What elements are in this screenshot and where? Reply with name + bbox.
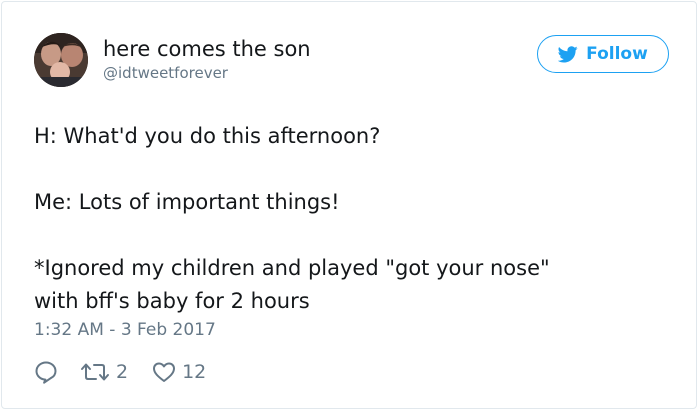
twitter-bird-icon <box>558 45 578 62</box>
follow-button[interactable]: Follow <box>537 35 669 73</box>
avatar-photo <box>34 33 88 87</box>
display-name[interactable]: here comes the son <box>103 36 311 62</box>
tweet-timestamp[interactable]: 1:32 AM - 3 Feb 2017 <box>34 318 216 342</box>
reply-button[interactable] <box>34 360 58 384</box>
reply-icon <box>35 361 57 384</box>
like-count: 12 <box>182 361 207 383</box>
retweet-button[interactable]: 2 <box>80 361 128 383</box>
tweet-actions: 2 12 <box>34 359 206 385</box>
retweet-icon <box>81 363 109 381</box>
heart-icon <box>153 362 176 382</box>
avatar[interactable] <box>34 33 88 87</box>
retweet-count: 2 <box>116 361 129 383</box>
tweet-card: here comes the son @idtweetforever Follo… <box>1 1 697 409</box>
like-button[interactable]: 12 <box>152 361 206 383</box>
follow-label: Follow <box>586 44 648 64</box>
tweet-text: H: What'd you do this afternoon? Me: Lot… <box>34 124 550 313</box>
user-info: here comes the son @idtweetforever <box>103 36 311 83</box>
user-handle[interactable]: @idtweetforever <box>103 63 311 83</box>
